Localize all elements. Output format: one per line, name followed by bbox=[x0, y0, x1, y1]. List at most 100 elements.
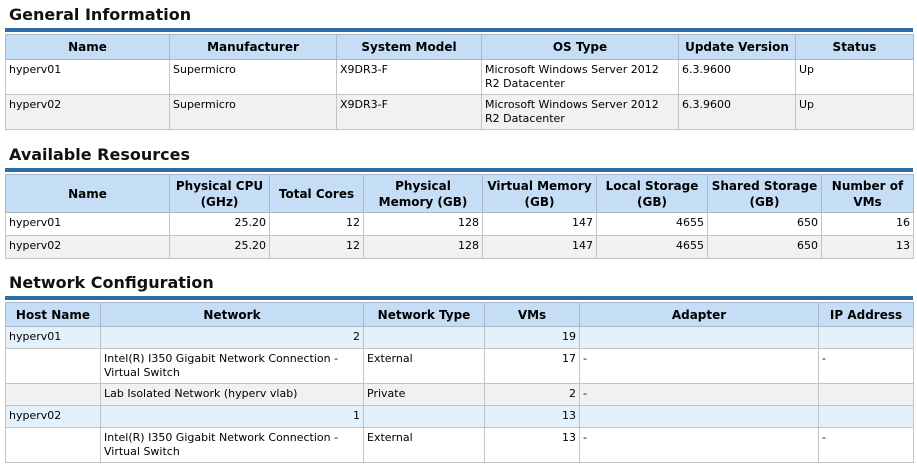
cell-network-type bbox=[363, 405, 485, 428]
cell-physical-cpu: 25.20 bbox=[169, 235, 270, 259]
general-information-section: General Information Name Manufacturer Sy… bbox=[5, 0, 914, 130]
column-header-system-model[interactable]: System Model bbox=[336, 34, 482, 60]
table-row: hyperv01 25.20 12 128 147 4655 650 16 bbox=[5, 212, 914, 236]
table-header-row: Name Manufacturer System Model OS Type U… bbox=[5, 34, 914, 60]
column-header-network[interactable]: Network bbox=[100, 302, 364, 327]
general-information-table: Name Manufacturer System Model OS Type U… bbox=[5, 34, 914, 130]
available-resources-title: Available Resources bbox=[9, 145, 190, 164]
cell-network-type: External bbox=[363, 427, 485, 463]
cell-host-name bbox=[5, 383, 101, 406]
table-row: hyperv01 Supermicro X9DR3-F Microsoft Wi… bbox=[5, 59, 914, 95]
cell-host-name bbox=[5, 348, 101, 384]
cell-os-type: Microsoft Windows Server 2012 R2 Datacen… bbox=[481, 94, 679, 130]
column-header-adapter[interactable]: Adapter bbox=[579, 302, 819, 327]
network-configuration-title: Network Configuration bbox=[9, 273, 214, 292]
cell-local-storage: 4655 bbox=[596, 235, 708, 259]
column-header-ip-address[interactable]: IP Address bbox=[818, 302, 914, 327]
cell-total-cores: 12 bbox=[269, 212, 364, 236]
cell-update-version: 6.3.9600 bbox=[678, 59, 796, 95]
cell-physical-memory: 128 bbox=[363, 235, 483, 259]
column-header-os-type[interactable]: OS Type bbox=[481, 34, 679, 60]
cell-local-storage: 4655 bbox=[596, 212, 708, 236]
network-row: Lab Isolated Network (hyperv vlab) Priva… bbox=[5, 383, 914, 406]
available-resources-table: Name Physical CPU (GHz) Total Cores Phys… bbox=[5, 174, 914, 259]
cell-name: hyperv02 bbox=[5, 235, 170, 259]
cell-shared-storage: 650 bbox=[707, 235, 822, 259]
column-header-physical-cpu[interactable]: Physical CPU (GHz) bbox=[169, 174, 270, 213]
table-header-row: Name Physical CPU (GHz) Total Cores Phys… bbox=[5, 174, 914, 213]
cell-shared-storage: 650 bbox=[707, 212, 822, 236]
cell-os-type: Microsoft Windows Server 2012 R2 Datacen… bbox=[481, 59, 679, 95]
host-row: hyperv02 1 13 bbox=[5, 405, 914, 428]
available-resources-section: Available Resources Name Physical CPU (G… bbox=[5, 140, 914, 259]
cell-adapter: - bbox=[579, 427, 819, 463]
column-header-name[interactable]: Name bbox=[5, 34, 170, 60]
column-header-update-version[interactable]: Update Version bbox=[678, 34, 796, 60]
cell-vms: 13 bbox=[484, 405, 580, 428]
cell-virtual-memory: 147 bbox=[482, 235, 597, 259]
cell-vms: 17 bbox=[484, 348, 580, 384]
cell-ip-address bbox=[818, 383, 914, 406]
cell-physical-memory: 128 bbox=[363, 212, 483, 236]
cell-physical-cpu: 25.20 bbox=[169, 212, 270, 236]
cell-ip-address: - bbox=[818, 348, 914, 384]
network-configuration-section: Network Configuration Host Name Network … bbox=[5, 268, 914, 463]
column-header-name[interactable]: Name bbox=[5, 174, 170, 213]
cell-system-model: X9DR3-F bbox=[336, 59, 482, 95]
table-row: hyperv02 25.20 12 128 147 4655 650 13 bbox=[5, 235, 914, 259]
cell-manufacturer: Supermicro bbox=[169, 59, 337, 95]
column-header-physical-memory[interactable]: Physical Memory (GB) bbox=[363, 174, 483, 213]
column-header-virtual-memory[interactable]: Virtual Memory (GB) bbox=[482, 174, 597, 213]
section-divider bbox=[5, 296, 913, 300]
cell-status: Up bbox=[795, 59, 914, 95]
cell-adapter bbox=[579, 326, 819, 349]
cell-host-name: hyperv02 bbox=[5, 405, 101, 428]
cell-ip-address bbox=[818, 405, 914, 428]
section-divider bbox=[5, 28, 913, 32]
cell-adapter: - bbox=[579, 348, 819, 384]
column-header-total-cores[interactable]: Total Cores bbox=[269, 174, 364, 213]
cell-network: 2 bbox=[100, 326, 364, 349]
cell-vms: 2 bbox=[484, 383, 580, 406]
cell-host-name: hyperv01 bbox=[5, 326, 101, 349]
cell-network-type: External bbox=[363, 348, 485, 384]
column-header-shared-storage[interactable]: Shared Storage (GB) bbox=[707, 174, 822, 213]
cell-name: hyperv02 bbox=[5, 94, 170, 130]
section-divider bbox=[5, 168, 913, 172]
column-header-manufacturer[interactable]: Manufacturer bbox=[169, 34, 337, 60]
cell-system-model: X9DR3-F bbox=[336, 94, 482, 130]
column-header-vms[interactable]: VMs bbox=[484, 302, 580, 327]
table-header-row: Host Name Network Network Type VMs Adapt… bbox=[5, 302, 914, 327]
cell-network-type bbox=[363, 326, 485, 349]
cell-network: Intel(R) I350 Gigabit Network Connection… bbox=[100, 348, 364, 384]
network-row: Intel(R) I350 Gigabit Network Connection… bbox=[5, 427, 914, 463]
column-header-status[interactable]: Status bbox=[795, 34, 914, 60]
cell-vms: 19 bbox=[484, 326, 580, 349]
cell-vms: 13 bbox=[484, 427, 580, 463]
cell-adapter: - bbox=[579, 383, 819, 406]
cell-network-type: Private bbox=[363, 383, 485, 406]
cell-manufacturer: Supermicro bbox=[169, 94, 337, 130]
general-information-title: General Information bbox=[9, 5, 192, 24]
cell-number-of-vms: 16 bbox=[821, 212, 914, 236]
table-row: hyperv02 Supermicro X9DR3-F Microsoft Wi… bbox=[5, 94, 914, 130]
cell-network: Lab Isolated Network (hyperv vlab) bbox=[100, 383, 364, 406]
cell-name: hyperv01 bbox=[5, 212, 170, 236]
cell-host-name bbox=[5, 427, 101, 463]
cell-name: hyperv01 bbox=[5, 59, 170, 95]
network-configuration-table: Host Name Network Network Type VMs Adapt… bbox=[5, 302, 914, 463]
column-header-network-type[interactable]: Network Type bbox=[363, 302, 485, 327]
cell-status: Up bbox=[795, 94, 914, 130]
cell-update-version: 6.3.9600 bbox=[678, 94, 796, 130]
cell-network: Intel(R) I350 Gigabit Network Connection… bbox=[100, 427, 364, 463]
cell-total-cores: 12 bbox=[269, 235, 364, 259]
cell-adapter bbox=[579, 405, 819, 428]
network-row: Intel(R) I350 Gigabit Network Connection… bbox=[5, 348, 914, 384]
cell-ip-address bbox=[818, 326, 914, 349]
cell-network: 1 bbox=[100, 405, 364, 428]
cell-ip-address: - bbox=[818, 427, 914, 463]
cell-virtual-memory: 147 bbox=[482, 212, 597, 236]
column-header-host-name[interactable]: Host Name bbox=[5, 302, 101, 327]
column-header-local-storage[interactable]: Local Storage (GB) bbox=[596, 174, 708, 213]
column-header-number-of-vms[interactable]: Number of VMs bbox=[821, 174, 914, 213]
